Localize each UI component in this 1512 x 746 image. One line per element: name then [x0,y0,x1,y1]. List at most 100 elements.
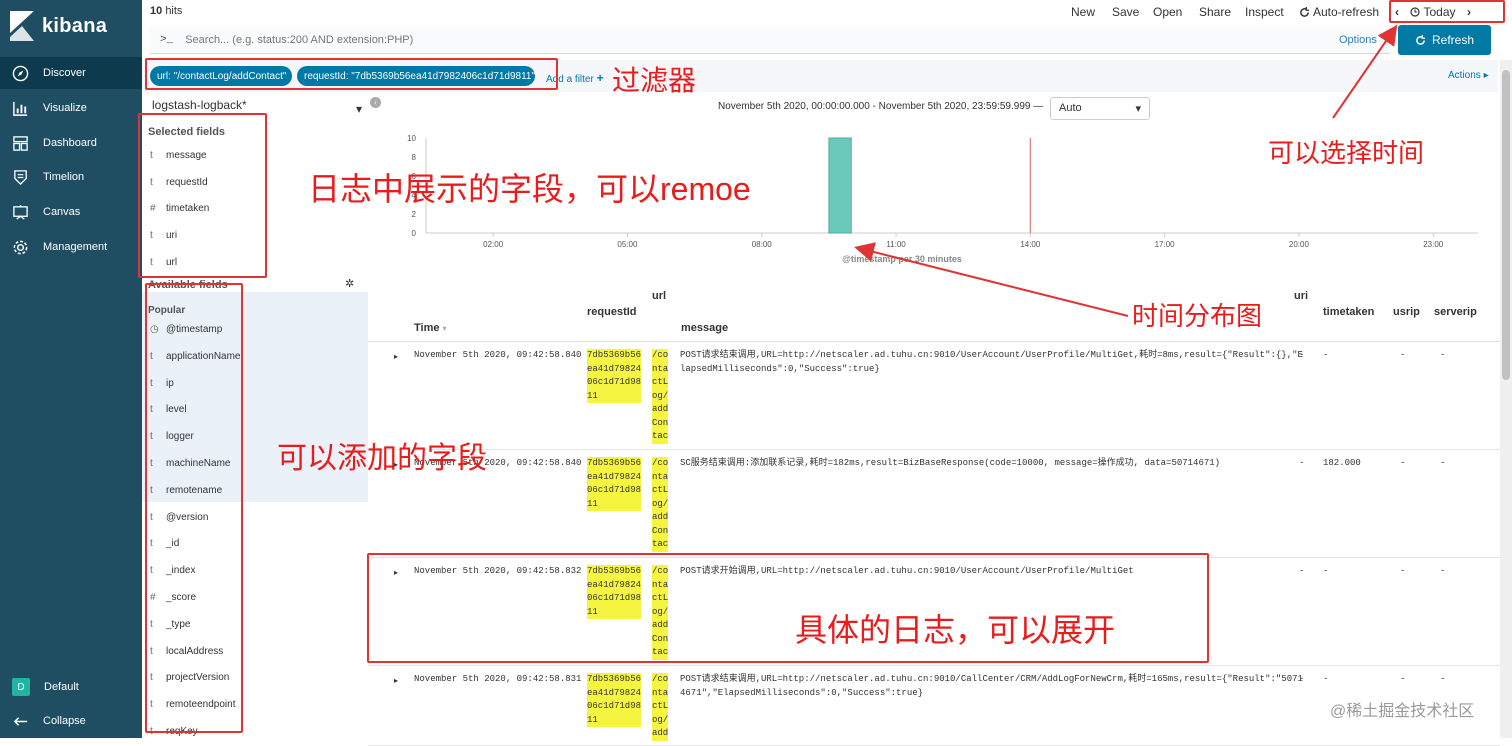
annotation-time-select: 可以选择时间 [1268,138,1425,168]
menu-open[interactable]: Open [1153,5,1182,19]
nav-label: Canvas [43,206,81,218]
search-input[interactable]: >_ Search... (e.g. status:200 AND extens… [150,26,1390,54]
collapse-sidebar-icon[interactable]: ‹ [370,97,381,108]
index-pattern-selector[interactable]: logstash-logback* ▾ [152,98,362,116]
x-tick-label: 11:00 [886,240,906,249]
cell-requestid: 7db5369b56 ea41d79824 06c1d71d98 11 [587,457,642,511]
annotation-selected-fields: 日志中展示的字段，可以remoe [308,171,751,207]
cell-time: November 5th 2020, 09:42:58.840 [414,350,582,360]
auto-refresh-label: Auto-refresh [1313,5,1380,19]
expand-row-chevron-icon[interactable]: ▸ [394,350,398,364]
cell-serverip: - [1440,350,1446,360]
column-header-timetaken[interactable]: timetaken [1323,306,1374,318]
column-header-requestid[interactable]: requestId [587,306,637,318]
column-header-usrip[interactable]: usrip [1393,306,1420,318]
caret-down-icon: ▾ [1135,103,1141,115]
cell-message: POST请求结束调用,URL=http://netscaler.ad.tuhu.… [680,350,1303,374]
x-tick-label: 14:00 [1020,240,1041,249]
cell-timetaken: 182.000 [1323,458,1361,468]
cell-serverip: - [1440,674,1446,684]
nav-item-discover[interactable]: Discover [0,57,142,89]
x-tick-label: 08:00 [752,240,773,249]
x-tick-label: 02:00 [483,240,504,249]
auto-refresh-button[interactable]: Auto-refresh [1299,5,1379,19]
scrollbar-thumb[interactable] [1502,70,1510,380]
cell-uri: - [1299,566,1305,576]
cell-usrip: - [1400,458,1406,468]
collapse-arrow-icon [13,716,28,726]
menu-share[interactable]: Share [1199,5,1231,19]
space-label: Default [44,681,79,693]
histogram-bar [828,137,852,234]
nav-item-timelion[interactable]: Timelion [0,161,142,193]
field-settings-gear-icon[interactable]: ✲ [345,277,354,290]
table-header: Time ▾ requestId url message uri timetak… [368,290,1500,342]
nav-label: Dashboard [43,137,97,149]
cell-time: November 5th 2020, 09:42:58.831 [414,674,582,684]
collapse-button[interactable]: Collapse [0,705,142,737]
caret-down-icon: ▾ [355,102,362,116]
cell-requestid: 7db5369b56 ea41d79824 06c1d71d98 11 [587,349,642,403]
cell-uri: - [1299,674,1305,684]
x-tick-label: 05:00 [617,240,638,249]
actions-link[interactable]: Actions ▸ [1448,70,1489,81]
menu-inspect[interactable]: Inspect [1245,5,1284,19]
interval-value: Auto [1059,102,1082,114]
nav-item-canvas[interactable]: Canvas [0,196,142,228]
cell-requestid: 7db5369b56 ea41d79824 06c1d71d98 11 [587,673,642,727]
menu-save[interactable]: Save [1112,5,1139,19]
expand-row-chevron-icon[interactable]: ▸ [394,674,398,688]
column-header-url[interactable]: url [652,290,666,302]
cell-timetaken: - [1323,674,1329,684]
refresh-button[interactable]: Refresh [1398,25,1491,55]
table-row[interactable]: ▸ November 5th 2020, 09:42:58.840 7db5369b… [368,450,1500,558]
nav-label: Discover [43,67,86,79]
cell-timetaken: - [1323,566,1329,576]
table-row[interactable]: ▸ November 5th 2020, 09:42:58.840 7db5369b… [368,342,1500,450]
hits-count: 10 [150,5,163,17]
brand-name: kibana [42,14,108,37]
cell-timetaken: - [1323,350,1329,360]
x-tick-label: 17:00 [1155,240,1176,249]
dashboard-icon [13,135,28,151]
nav-label: Timelion [43,171,85,183]
annotation-filter: 过滤器 [612,65,697,96]
plus-icon: + [596,71,604,85]
annotation-histogram: 时间分布图 [1132,301,1263,331]
refresh-icon [1416,34,1426,45]
search-placeholder: Search... (e.g. status:200 AND extension… [185,33,414,46]
annotation-box-selected-fields [138,113,267,278]
cell-serverip: - [1440,566,1446,576]
annotation-box-filters [145,58,558,90]
interval-select[interactable]: Auto ▾ [1050,97,1150,120]
column-header-message[interactable]: message [681,322,728,334]
annotation-box-time [1389,0,1505,23]
annotation-log-row: 具体的日志，可以展开 [795,612,1116,648]
cell-usrip: - [1400,566,1406,576]
watermark: @稀土掘金技术社区 [1330,703,1475,720]
kibana-logo[interactable]: kibana [0,0,142,52]
cell-url: /co nta ctL og/ add Con tac [652,457,669,552]
nav-item-dashboard[interactable]: Dashboard [0,127,142,159]
menu-new[interactable]: New [1071,5,1095,19]
query-bar: >_ Search... (e.g. status:200 AND extens… [142,24,1512,60]
options-link[interactable]: Options [1339,34,1377,46]
nav-item-management[interactable]: Management [0,231,142,263]
column-header-serverip[interactable]: serverip [1434,306,1477,318]
column-header-uri[interactable]: uri [1294,290,1308,302]
canvas-icon [13,204,28,220]
annotation-box-available-fields [145,283,243,733]
nav-item-visualize[interactable]: Visualize [0,92,142,124]
column-header-time[interactable]: Time ▾ [414,322,447,334]
time-range-text: November 5th 2020, 00:00:00.000 - Novemb… [718,101,1044,112]
top-menu-bar: 10 hits New Save Open Share Inspect Auto… [142,0,1512,24]
collapse-label: Collapse [43,715,86,727]
compass-icon [12,65,29,81]
actions-label: Actions [1448,70,1481,81]
y-tick-label: 0 [412,229,417,238]
cell-usrip: - [1400,350,1406,360]
y-tick-label: 10 [407,134,416,143]
page-scrollbar[interactable] [1500,60,1512,738]
space-selector[interactable]: D Default [0,671,142,703]
refresh-icon [1300,6,1310,17]
